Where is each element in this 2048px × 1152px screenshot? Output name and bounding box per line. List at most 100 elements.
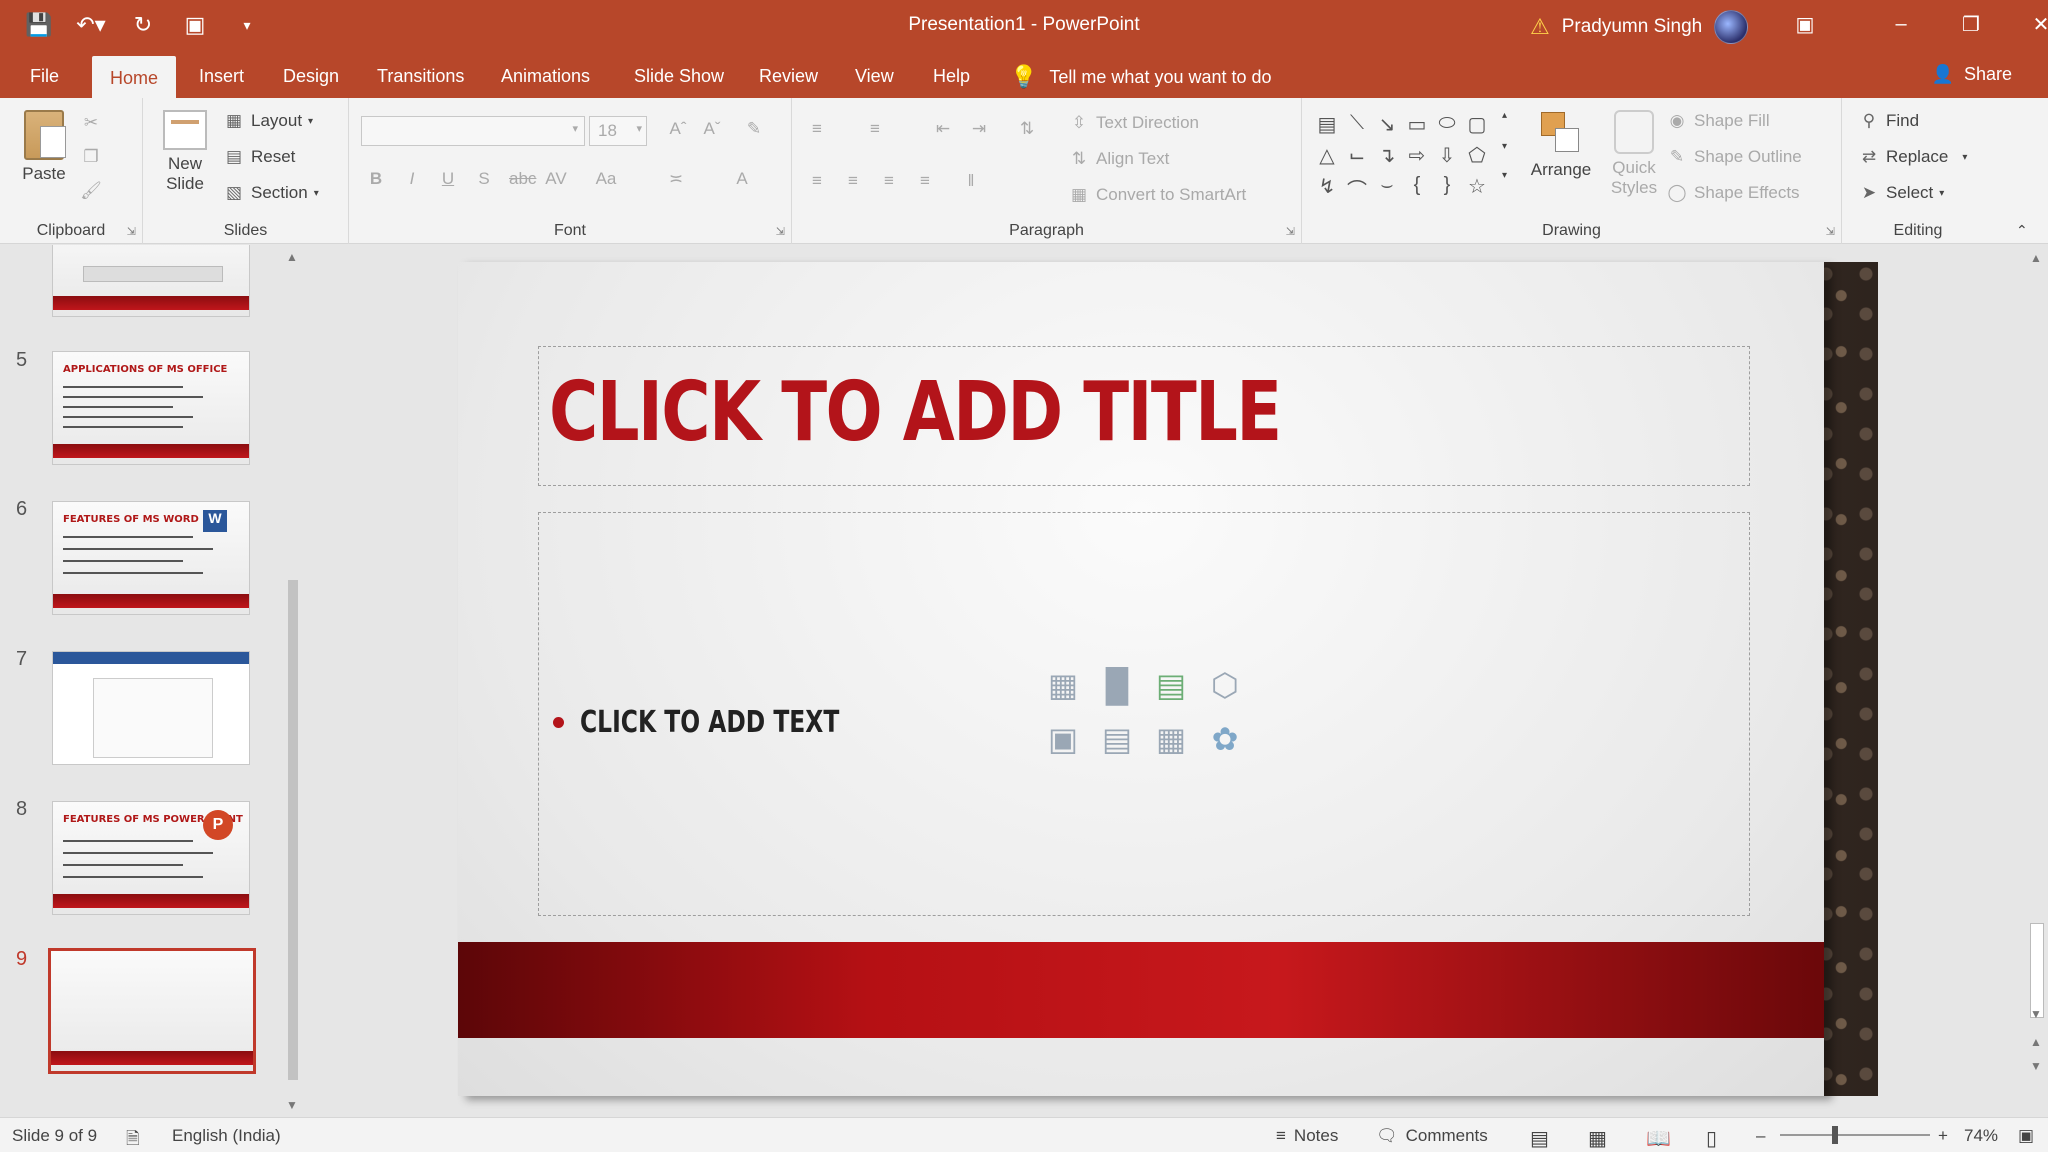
- elbow-connector-icon[interactable]: ⌙: [1342, 143, 1372, 168]
- pentagon-icon[interactable]: ⬠: [1462, 143, 1492, 168]
- scroll-up-icon[interactable]: ▲: [2030, 251, 2042, 265]
- arrange-button[interactable]: Arrange: [1526, 110, 1596, 180]
- arc-icon[interactable]: ⌣: [1372, 174, 1402, 203]
- strikethrough-icon[interactable]: abc: [509, 168, 536, 190]
- zoom-in-icon[interactable]: +: [1938, 1126, 1948, 1146]
- insert-3d-model-icon[interactable]: ⬡: [1203, 663, 1247, 707]
- undo-icon[interactable]: ↶▾: [74, 8, 108, 42]
- rounded-rectangle-icon[interactable]: ▢: [1462, 112, 1492, 137]
- slide-thumbnail-4[interactable]: [52, 245, 250, 317]
- normal-view-icon[interactable]: ▤: [1530, 1126, 1549, 1151]
- previous-slide-icon[interactable]: ▲: [2030, 1035, 2042, 1049]
- slide-thumbnail-5[interactable]: APPLICATIONS OF MS OFFICE: [52, 351, 250, 465]
- tab-home[interactable]: Home: [92, 56, 177, 101]
- align-left-icon[interactable]: ≡: [806, 170, 828, 192]
- line-icon[interactable]: ⟍: [1342, 112, 1372, 137]
- slide-sorter-icon[interactable]: ▦: [1588, 1126, 1607, 1151]
- down-arrow-icon[interactable]: ⇩: [1432, 143, 1462, 168]
- tab-review[interactable]: Review: [759, 62, 818, 91]
- underline-icon[interactable]: U: [437, 168, 459, 190]
- font-dialog-launcher-icon[interactable]: ⇲: [776, 225, 785, 238]
- cut-icon[interactable]: ✂: [80, 112, 102, 134]
- tell-me-search[interactable]: 💡 Tell me what you want to do: [1010, 64, 1272, 90]
- arrow-line-icon[interactable]: ↘: [1372, 112, 1402, 137]
- section-button[interactable]: ▧ Section ▾: [223, 182, 319, 204]
- insert-picture-icon[interactable]: ▣: [1041, 717, 1085, 761]
- tab-help[interactable]: Help: [933, 62, 970, 91]
- align-right-icon[interactable]: ≡: [878, 170, 900, 192]
- slide-thumbnail-7[interactable]: [52, 651, 250, 765]
- minimize-icon[interactable]: –: [1866, 0, 1936, 48]
- scroll-up-icon[interactable]: ▲: [286, 250, 298, 264]
- lightning-icon[interactable]: ↯: [1312, 174, 1342, 203]
- font-size-box[interactable]: 18 ▾: [589, 116, 647, 146]
- right-arrow-icon[interactable]: ⇨: [1402, 143, 1432, 168]
- shape-outline-button[interactable]: ✎ Shape Outline: [1666, 146, 1802, 168]
- slide-show-icon[interactable]: ▯: [1706, 1126, 1717, 1151]
- tab-view[interactable]: View: [855, 62, 894, 91]
- notes-button[interactable]: ≡ Notes: [1276, 1126, 1338, 1146]
- scroll-thumb[interactable]: [288, 580, 298, 1080]
- tab-design[interactable]: Design: [283, 62, 339, 91]
- font-name-box[interactable]: ▾: [361, 116, 585, 146]
- select-button[interactable]: ➤ Select ▾: [1858, 182, 1944, 204]
- zoom-level[interactable]: 74%: [1964, 1126, 1998, 1146]
- clear-formatting-icon[interactable]: ✎: [743, 118, 765, 140]
- format-painter-icon[interactable]: 🖌: [80, 180, 102, 202]
- increase-indent-icon[interactable]: ⇥: [968, 118, 990, 140]
- align-center-icon[interactable]: ≡: [842, 170, 864, 192]
- content-placeholder[interactable]: CLICK TO ADD TEXT ▦ █ ▤ ⬡ ▣ ▤ ▦ ✿: [538, 512, 1750, 916]
- shapes-gallery[interactable]: ▤ ⟍ ↘ ▭ ⬭ ▢ △ ⌙ ↴ ⇨ ⇩ ⬠ ↯ ⌒ ⌣ { } ☆: [1312, 112, 1512, 203]
- line-spacing-icon[interactable]: ⇅: [1016, 118, 1038, 140]
- dialog-launcher-icon[interactable]: ⇲: [127, 225, 136, 238]
- new-slide-button[interactable]: New Slide: [155, 110, 215, 194]
- ribbon-display-options-icon[interactable]: ▣: [1770, 0, 1840, 48]
- increase-font-icon[interactable]: Aˆ: [667, 118, 689, 140]
- spelling-check-icon[interactable]: 🗎: [126, 1126, 140, 1152]
- font-color-icon[interactable]: A: [731, 168, 753, 190]
- numbering-icon[interactable]: ≡: [864, 118, 886, 140]
- convert-smartart-button[interactable]: ▦ Convert to SmartArt: [1068, 184, 1246, 206]
- tab-slide-show[interactable]: Slide Show: [634, 62, 724, 91]
- justify-icon[interactable]: ≡: [914, 170, 936, 192]
- decrease-indent-icon[interactable]: ⇤: [932, 118, 954, 140]
- comments-button[interactable]: 🗨 Comments: [1376, 1126, 1488, 1146]
- right-brace-icon[interactable]: }: [1432, 174, 1462, 203]
- decrease-font-icon[interactable]: Aˇ: [701, 118, 723, 140]
- rectangle-icon[interactable]: ▭: [1402, 112, 1432, 137]
- scroll-down-icon[interactable]: ▼: [2030, 1007, 2042, 1021]
- thumbnail-scrollbar[interactable]: ▲ ▼: [282, 250, 304, 1112]
- copy-icon[interactable]: ❐: [80, 146, 102, 168]
- customize-toolbar-icon[interactable]: ▾: [230, 8, 264, 42]
- account-area[interactable]: ⚠ Pradyumn Singh: [1530, 10, 1749, 44]
- next-slide-icon[interactable]: ▼: [2030, 1059, 2042, 1073]
- drawing-dialog-launcher-icon[interactable]: ⇲: [1826, 225, 1835, 238]
- redo-icon[interactable]: ↻: [126, 8, 160, 42]
- slide-thumbnail-9[interactable]: [48, 948, 256, 1074]
- shadow-icon[interactable]: S: [473, 168, 495, 190]
- start-from-beginning-icon[interactable]: ▣: [178, 8, 212, 42]
- tab-insert[interactable]: Insert: [199, 62, 244, 91]
- insert-table-icon[interactable]: ▦: [1041, 663, 1085, 707]
- paste-button[interactable]: Paste: [14, 110, 74, 184]
- collapse-ribbon-icon[interactable]: ⌃: [2016, 222, 2028, 239]
- shape-effects-button[interactable]: ◯ Shape Effects: [1666, 182, 1799, 204]
- shape-fill-button[interactable]: ◉ Shape Fill: [1666, 110, 1770, 132]
- highlight-icon[interactable]: ≍: [665, 168, 687, 190]
- zoom-out-icon[interactable]: –: [1756, 1126, 1765, 1146]
- share-button[interactable]: 👤 Share: [1932, 64, 2012, 85]
- tab-animations[interactable]: Animations: [501, 62, 590, 91]
- triangle-icon[interactable]: △: [1312, 143, 1342, 168]
- text-box-icon[interactable]: ▤: [1312, 112, 1342, 137]
- tab-file[interactable]: File: [30, 62, 59, 91]
- insert-icons-icon[interactable]: ✿: [1203, 717, 1247, 761]
- slide-scrollbar[interactable]: ▲ ▼ ▲ ▼: [2026, 245, 2048, 1117]
- replace-button[interactable]: ⇄ Replace ▾: [1858, 146, 1968, 168]
- language-indicator[interactable]: English (India): [172, 1126, 281, 1146]
- oval-icon[interactable]: ⬭: [1432, 112, 1462, 137]
- align-text-button[interactable]: ⇅ Align Text: [1068, 148, 1170, 170]
- change-case-icon[interactable]: Aa: [595, 168, 617, 190]
- save-icon[interactable]: 💾: [22, 8, 56, 42]
- title-placeholder[interactable]: CLICK TO ADD TITLE: [538, 346, 1750, 486]
- insert-chart-icon[interactable]: █: [1095, 663, 1139, 707]
